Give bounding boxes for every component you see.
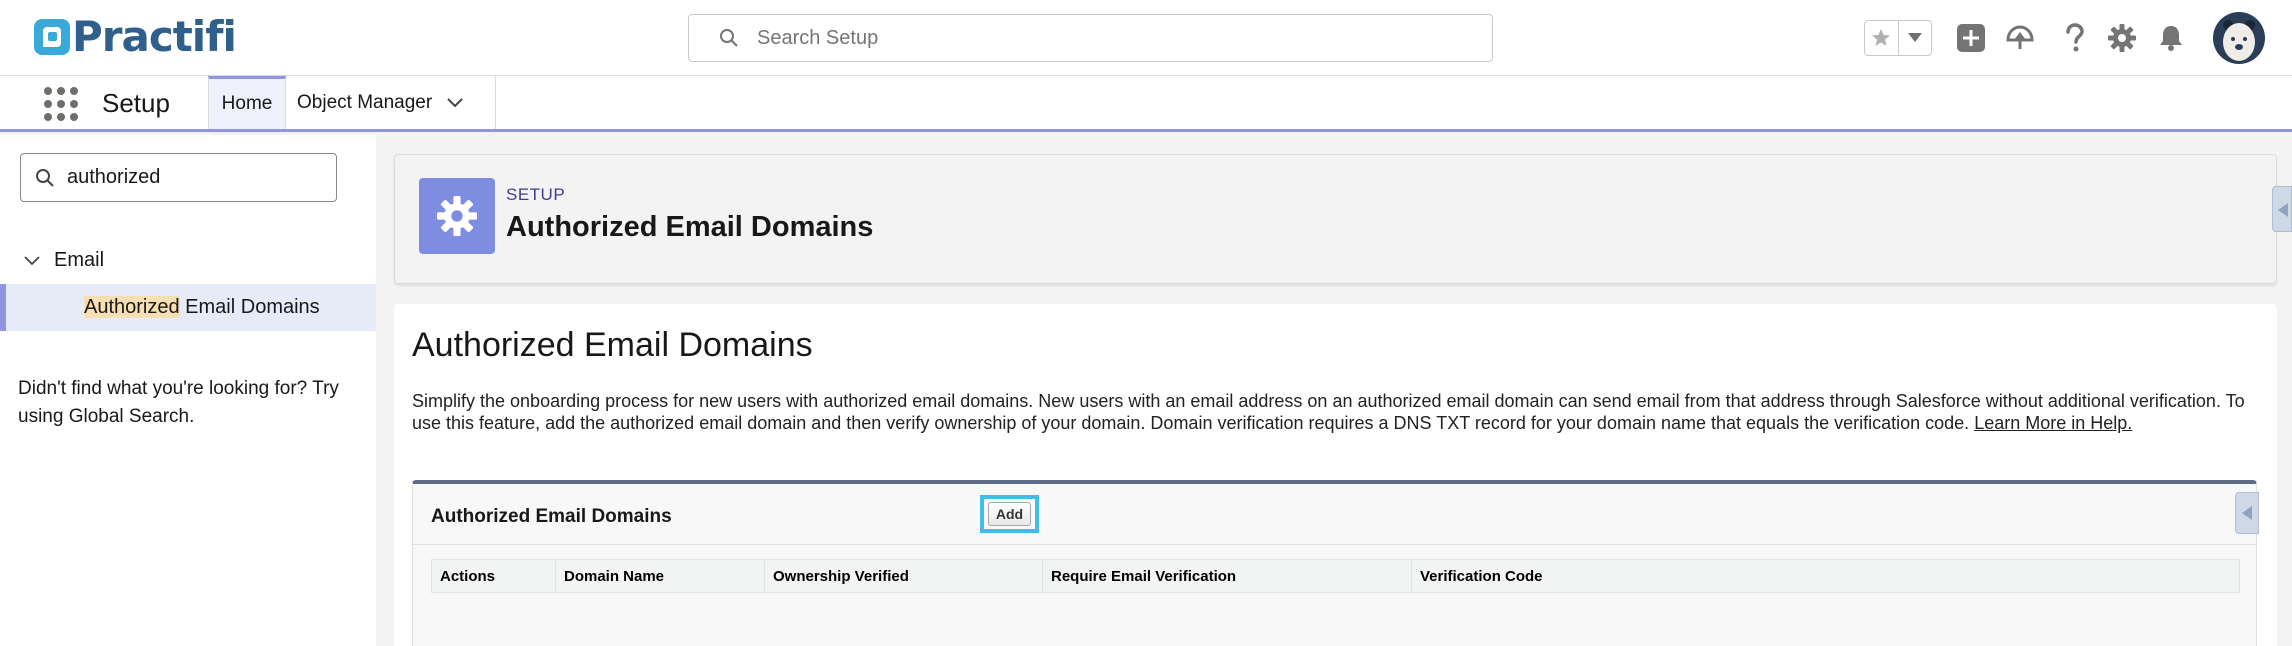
add-button-focus-ring: Add [980, 495, 1039, 533]
global-search-hint: Didn't find what you're looking for? Try… [18, 378, 339, 427]
setup-nav-bar: Setup Home Object Manager [0, 76, 2292, 132]
add-icon [1957, 24, 1985, 52]
tree-item-label-rest: Email Domains [179, 296, 320, 318]
tab-object-manager[interactable]: Object Manager [286, 76, 496, 129]
tab-object-manager-label: Object Manager [297, 91, 433, 113]
setup-gear-icon [419, 178, 495, 254]
tab-home-label: Home [221, 93, 273, 114]
bell-icon [2160, 26, 2182, 51]
column-header-actions: Actions [431, 559, 556, 593]
page-title: Authorized Email Domains [506, 211, 874, 243]
trailhead-button[interactable] [2004, 22, 2036, 54]
column-header-verification-code[interactable]: Verification Code [1412, 560, 2240, 593]
content-description: Simplify the onboarding process for new … [412, 390, 2252, 434]
domains-table: Actions Domain Name Ownership Verified R… [431, 559, 2240, 593]
help-button[interactable] [2059, 22, 2091, 54]
page-header: SETUP Authorized Email Domains [394, 154, 2277, 284]
related-list-collapse-tab[interactable] [2235, 492, 2259, 534]
notifications-button[interactable] [2155, 22, 2187, 54]
chevron-down-icon[interactable] [24, 255, 40, 266]
tab-home[interactable]: Home [208, 76, 286, 129]
chevron-down-icon[interactable] [446, 97, 464, 109]
add-button[interactable]: Add [988, 502, 1031, 526]
avatar-icon [2223, 20, 2255, 61]
tree-item-label: Authorized Email Domains [84, 296, 320, 319]
setup-gear-button[interactable] [2106, 22, 2138, 54]
favorites-group [1864, 20, 1932, 56]
search-icon [720, 29, 738, 47]
tree-node-email-label: Email [54, 249, 105, 271]
table-header-row: Actions Domain Name Ownership Verified R… [431, 559, 2240, 593]
quick-find-input[interactable] [65, 165, 315, 190]
favorites-dropdown-button[interactable] [1899, 21, 1932, 55]
page-header-eyebrow: SETUP [506, 185, 566, 204]
practifi-logo-icon [34, 19, 70, 55]
content-title: Authorized Email Domains [412, 326, 813, 364]
search-placeholder: Search Setup [757, 26, 879, 49]
collapse-panel-tab[interactable] [2272, 186, 2292, 232]
practifi-logo[interactable]: Practifi [34, 12, 237, 61]
tree-item-authorized-email-domains[interactable]: Authorized Email Domains [0, 284, 376, 331]
trailhead-icon [2006, 25, 2034, 49]
gear-icon [2108, 24, 2136, 52]
user-avatar[interactable] [2213, 12, 2265, 64]
tree-node-email[interactable]: Email [24, 249, 104, 272]
related-list-title: Authorized Email Domains [431, 506, 672, 527]
global-search-input[interactable]: Search Setup [688, 14, 1493, 62]
column-header-ownership-verified[interactable]: Ownership Verified [764, 559, 1043, 593]
app-launcher-icon[interactable] [44, 87, 78, 121]
description-text: Simplify the onboarding process for new … [412, 391, 2245, 433]
favorites-star-button[interactable] [1865, 21, 1899, 55]
global-header: Practifi Search Setup [0, 0, 2292, 76]
search-icon [36, 168, 54, 187]
learn-more-link[interactable]: Learn More in Help. [1974, 413, 2132, 433]
divider [413, 544, 2256, 545]
column-header-require-email-verification[interactable]: Require Email Verification [1042, 559, 1412, 593]
content-card: Authorized Email Domains Simplify the on… [394, 304, 2277, 646]
chevron-down-icon [1907, 33, 1922, 42]
app-name: Setup [102, 88, 170, 118]
global-actions-button[interactable] [1955, 22, 1987, 54]
quick-find-box[interactable] [20, 153, 337, 202]
help-icon [2066, 23, 2084, 52]
star-icon [1872, 29, 1891, 46]
search-match-highlight: Authorized [84, 296, 180, 318]
related-list: Authorized Email Domains Add Actions Dom… [412, 480, 2259, 646]
logo-text: Practifi [72, 12, 237, 61]
setup-sidebar: Email Authorized Email Domains Didn't fi… [0, 135, 376, 646]
column-header-domain-name[interactable]: Domain Name [555, 559, 765, 593]
